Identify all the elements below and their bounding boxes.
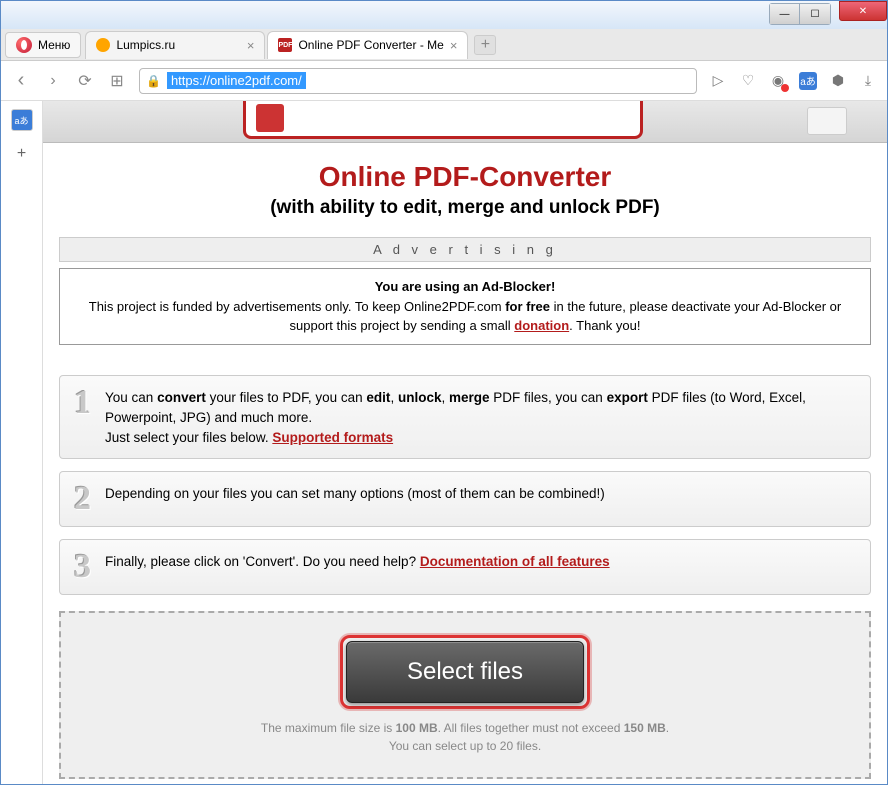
step-3: 3 Finally, please click on 'Convert'. Do… xyxy=(59,539,871,595)
select-files-highlight: Select files xyxy=(340,635,590,709)
page-subtitle: (with ability to edit, merge and unlock … xyxy=(59,197,871,219)
close-tab-icon[interactable]: × xyxy=(450,38,458,53)
adblock-notice: You are using an Ad-Blocker! This projec… xyxy=(59,268,871,345)
step-number: 3 xyxy=(74,550,91,584)
file-dropzone[interactable]: Select files The maximum file size is 10… xyxy=(59,611,871,779)
adblock-icon[interactable]: ◉ xyxy=(769,72,787,90)
step-body: Depending on your files you can set many… xyxy=(105,482,856,504)
dropzone-hint: The maximum file size is 100 MB. All fil… xyxy=(83,719,847,755)
extensions-icon[interactable]: ⬢ xyxy=(829,72,847,90)
page-title: Online PDF-Converter xyxy=(59,161,871,193)
adblock-heading: You are using an Ad-Blocker! xyxy=(72,277,858,297)
pdf-favicon-icon: PDF xyxy=(278,38,292,52)
step-2: 2 Depending on your files you can set ma… xyxy=(59,471,871,527)
menu-label: Меню xyxy=(38,38,70,52)
adblock-text: This project is funded by advertisements… xyxy=(72,297,858,336)
forward-button[interactable]: › xyxy=(43,72,63,90)
steps-list: 1 You can convert your files to PDF, you… xyxy=(59,375,871,596)
page-content: Online PDF-Converter (with ability to ed… xyxy=(43,101,887,784)
step-number: 2 xyxy=(74,482,91,516)
minimize-button[interactable]: — xyxy=(770,4,800,24)
content-area: aあ + Online PDF-Converter (with ability … xyxy=(1,101,887,784)
send-icon[interactable]: ▷ xyxy=(709,72,727,90)
tab-online-pdf[interactable]: PDF Online PDF Converter - Me × xyxy=(267,31,468,59)
supported-formats-link[interactable]: Supported formats xyxy=(272,430,393,445)
tab-lumpics[interactable]: Lumpics.ru × xyxy=(85,31,265,59)
tab-label: Lumpics.ru xyxy=(116,38,175,52)
speed-dial-button[interactable]: ⊞ xyxy=(107,71,127,91)
donation-link[interactable]: donation xyxy=(514,318,569,333)
new-tab-button[interactable]: + xyxy=(474,35,496,55)
left-sidebar: aあ + xyxy=(1,101,43,784)
addr-right-icons: ▷ ♡ ◉ aあ ⬢ ⤓ xyxy=(709,72,877,90)
tabstrip: Меню Lumpics.ru × PDF Online PDF Convert… xyxy=(1,29,887,61)
step-body: You can convert your files to PDF, you c… xyxy=(105,386,856,449)
back-button[interactable]: ‹ xyxy=(11,69,31,92)
add-sidebar-icon[interactable]: + xyxy=(11,143,33,165)
url-input[interactable]: 🔒 https://online2pdf.com/ xyxy=(139,68,697,94)
logo-box xyxy=(243,101,643,139)
opera-menu-button[interactable]: Меню xyxy=(5,32,81,58)
close-tab-icon[interactable]: × xyxy=(247,38,255,53)
translate-icon[interactable]: aあ xyxy=(799,72,817,90)
lock-icon: 🔒 xyxy=(146,74,161,88)
step-body: Finally, please click on 'Convert'. Do y… xyxy=(105,550,856,572)
url-text: https://online2pdf.com/ xyxy=(167,72,306,89)
opera-icon xyxy=(16,37,32,53)
step-number: 1 xyxy=(74,386,91,420)
lang-selector[interactable] xyxy=(807,107,847,135)
close-window-button[interactable]: ✕ xyxy=(839,1,887,21)
reload-button[interactable]: ⟳ xyxy=(75,71,95,91)
select-files-button[interactable]: Select files xyxy=(346,641,584,703)
downloads-icon[interactable]: ⤓ xyxy=(859,72,877,90)
titlebar: — ☐ ✕ xyxy=(1,1,887,29)
window-frame: — ☐ ✕ Меню Lumpics.ru × PDF Online PDF C… xyxy=(0,0,888,785)
translate-sidebar-icon[interactable]: aあ xyxy=(11,109,33,131)
address-bar: ‹ › ⟳ ⊞ 🔒 https://online2pdf.com/ ▷ ♡ ◉ … xyxy=(1,61,887,101)
advertising-bar: A d v e r t i s i n g xyxy=(59,237,871,262)
tab-label: Online PDF Converter - Me xyxy=(298,38,443,52)
page-header-band xyxy=(43,101,887,143)
step-1: 1 You can convert your files to PDF, you… xyxy=(59,375,871,460)
bookmark-icon[interactable]: ♡ xyxy=(739,72,757,90)
documentation-link[interactable]: Documentation of all features xyxy=(420,554,610,569)
lumpics-favicon-icon xyxy=(96,38,110,52)
maximize-button[interactable]: ☐ xyxy=(800,4,830,24)
